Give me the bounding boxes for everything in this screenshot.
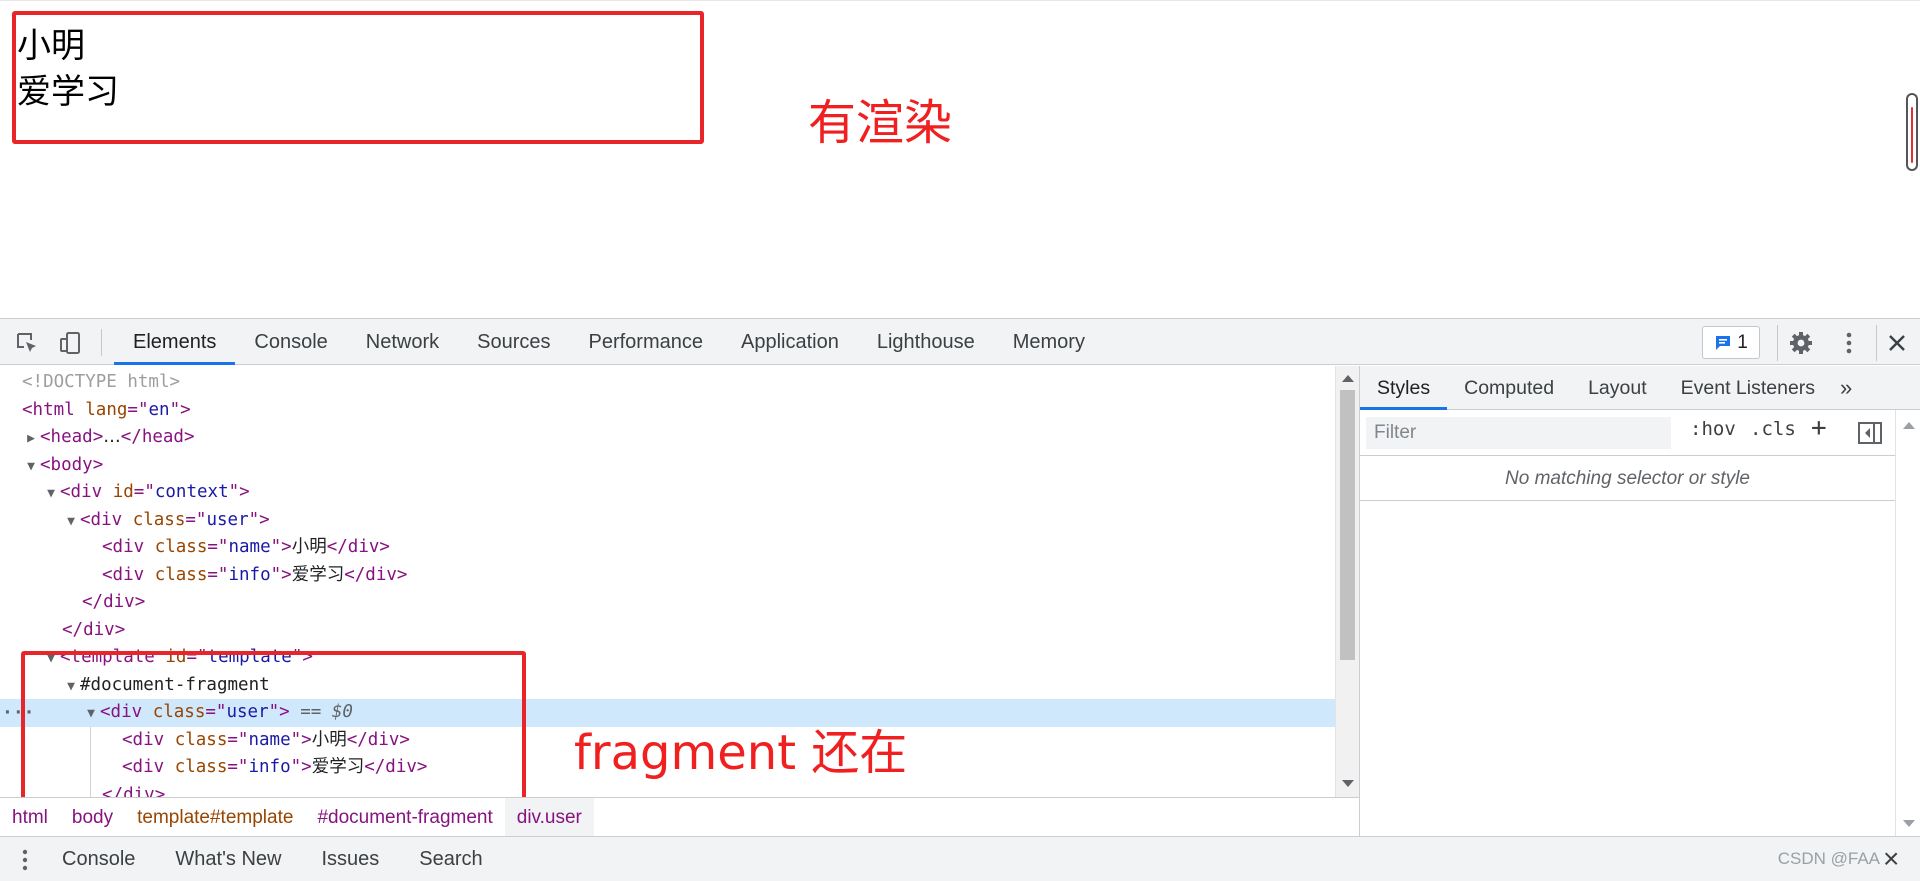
tree-line-template[interactable]: ▼ <template id="template"> [0, 644, 1335, 672]
more-tabs-chevron-icon[interactable]: » [1832, 366, 1860, 410]
no-matching-style-message: No matching selector or style [1360, 456, 1895, 501]
collapse-triangle-icon[interactable]: ▼ [22, 453, 40, 481]
breadcrumb-html[interactable]: html [0, 798, 60, 837]
toolbar-separator [1777, 325, 1778, 361]
styles-filter-input[interactable] [1366, 417, 1671, 449]
tree-line-fragment-div-close[interactable]: </div> [0, 782, 1335, 798]
devtools-tabbar: Elements Console Network Sources Perform… [0, 318, 1920, 365]
devtools-tabs: Elements Console Network Sources Perform… [114, 319, 1104, 365]
devtools-drawer: Console What's New Issues Search CSDN @F… [0, 836, 1920, 881]
collapse-triangle-icon[interactable]: ▼ [62, 508, 80, 536]
expand-triangle-icon[interactable]: ▶ [22, 425, 40, 453]
selected-node-ref: == $0 [300, 702, 353, 722]
user-info-text: 爱学习 [17, 72, 119, 112]
drawer-tab-issues[interactable]: Issues [301, 837, 399, 881]
breadcrumb-document-fragment[interactable]: #document-fragment [305, 798, 504, 837]
tree-line-fragment-div-user[interactable]: ··· ▼ <div class="user"> == $0 [0, 699, 1335, 727]
device-toolbar-icon[interactable] [56, 329, 84, 357]
styles-sidebar: Styles Computed Layout Event Listeners »… [1359, 366, 1920, 836]
tab-sources[interactable]: Sources [458, 319, 569, 365]
drawer-menu-icon[interactable] [22, 848, 28, 877]
new-style-rule-button[interactable]: + [1811, 413, 1827, 443]
row-ellipsis-icon[interactable]: ··· [2, 699, 35, 727]
styles-filter-row: :hov .cls + [1360, 410, 1895, 456]
user-name-text: 小明 [17, 26, 85, 66]
scroll-up-arrow-icon[interactable] [1903, 422, 1915, 429]
vertical-ellipsis-icon[interactable] [1835, 329, 1863, 357]
collapse-triangle-icon[interactable]: ▼ [42, 645, 60, 673]
tree-line-div-context-close[interactable]: </div> [0, 617, 1335, 645]
scroll-up-arrow-icon[interactable] [1342, 375, 1354, 382]
tree-line-head[interactable]: ▶ <head>…</head> [0, 424, 1335, 452]
annotation-rendered: 有渲染 [808, 95, 953, 151]
doctype-text: <!DOCTYPE html> [22, 372, 181, 392]
tab-memory[interactable]: Memory [994, 319, 1104, 365]
scroll-down-arrow-icon[interactable] [1903, 820, 1915, 827]
sidebar-toggle-icon[interactable] [1858, 422, 1882, 449]
breadcrumb-body[interactable]: body [60, 798, 125, 837]
drawer-tab-search[interactable]: Search [399, 837, 502, 881]
page-scrollbar[interactable] [1906, 93, 1918, 171]
collapse-triangle-icon[interactable]: ▼ [82, 700, 100, 728]
cls-toggle-button[interactable]: .cls [1750, 418, 1796, 440]
toolbar-separator [1876, 325, 1877, 361]
tab-layout[interactable]: Layout [1571, 366, 1664, 410]
drawer-tab-whats-new[interactable]: What's New [155, 837, 301, 881]
tab-event-listeners[interactable]: Event Listeners [1664, 366, 1832, 410]
breadcrumb-div-user[interactable]: div.user [504, 797, 594, 837]
tab-lighthouse[interactable]: Lighthouse [858, 319, 994, 365]
tab-separator [101, 329, 102, 356]
tree-line-body[interactable]: ▼ <body> [0, 452, 1335, 480]
tab-elements[interactable]: Elements [114, 319, 236, 365]
watermark-text: CSDN @FAA [1777, 849, 1880, 868]
message-icon [1716, 335, 1731, 350]
tab-network[interactable]: Network [347, 319, 458, 365]
collapse-triangle-icon[interactable]: ▼ [62, 673, 80, 701]
issues-badge-button[interactable]: 1 [1702, 326, 1760, 359]
tree-line-doctype[interactable]: <!DOCTYPE html> [0, 369, 1335, 397]
drawer-tabs: Console What's New Issues Search [42, 837, 503, 881]
tree-line-html[interactable]: <html lang="en"> [0, 397, 1335, 425]
close-icon[interactable] [1883, 329, 1911, 357]
tree-line-div-info[interactable]: <div class="info">爱学习</div> [0, 562, 1335, 590]
collapse-triangle-icon[interactable]: ▼ [42, 480, 60, 508]
scroll-down-arrow-icon[interactable] [1342, 780, 1354, 787]
annotation-fragment: fragment 还在 [574, 725, 908, 781]
drawer-tab-console[interactable]: Console [42, 837, 155, 881]
tree-line-div-name[interactable]: <div class="name">小明</div> [0, 534, 1335, 562]
tab-computed[interactable]: Computed [1447, 366, 1571, 410]
tree-line-div-context[interactable]: ▼ <div id="context"> [0, 479, 1335, 507]
breadcrumb: html body template#template #document-fr… [0, 797, 1359, 837]
inspect-element-icon[interactable] [13, 329, 41, 357]
tree-line-document-fragment[interactable]: ▼ #document-fragment [0, 672, 1335, 700]
page-scrollbar-thumb[interactable] [1911, 107, 1913, 163]
gear-icon[interactable] [1787, 329, 1815, 357]
elements-scrollbar-thumb[interactable] [1340, 390, 1355, 660]
issues-count: 1 [1737, 331, 1748, 353]
tab-application[interactable]: Application [722, 319, 858, 365]
hov-toggle-button[interactable]: :hov [1690, 418, 1736, 440]
tab-styles[interactable]: Styles [1360, 366, 1448, 410]
sidebar-tabs: Styles Computed Layout Event Listeners » [1360, 366, 1920, 410]
tab-performance[interactable]: Performance [570, 319, 723, 365]
page-viewport: 小明 爱学习 有渲染 [0, 0, 1920, 318]
drawer-close-icon[interactable]: × [1883, 843, 1899, 875]
tab-console[interactable]: Console [235, 319, 346, 365]
tree-line-div-user-close[interactable]: </div> [0, 589, 1335, 617]
styles-scrollbar[interactable] [1895, 410, 1920, 836]
tree-line-div-user[interactable]: ▼ <div class="user"> [0, 507, 1335, 535]
breadcrumb-template[interactable]: template#template [125, 798, 305, 837]
elements-scrollbar[interactable] [1335, 366, 1359, 797]
page-content: 小明 爱学习 [17, 23, 119, 115]
